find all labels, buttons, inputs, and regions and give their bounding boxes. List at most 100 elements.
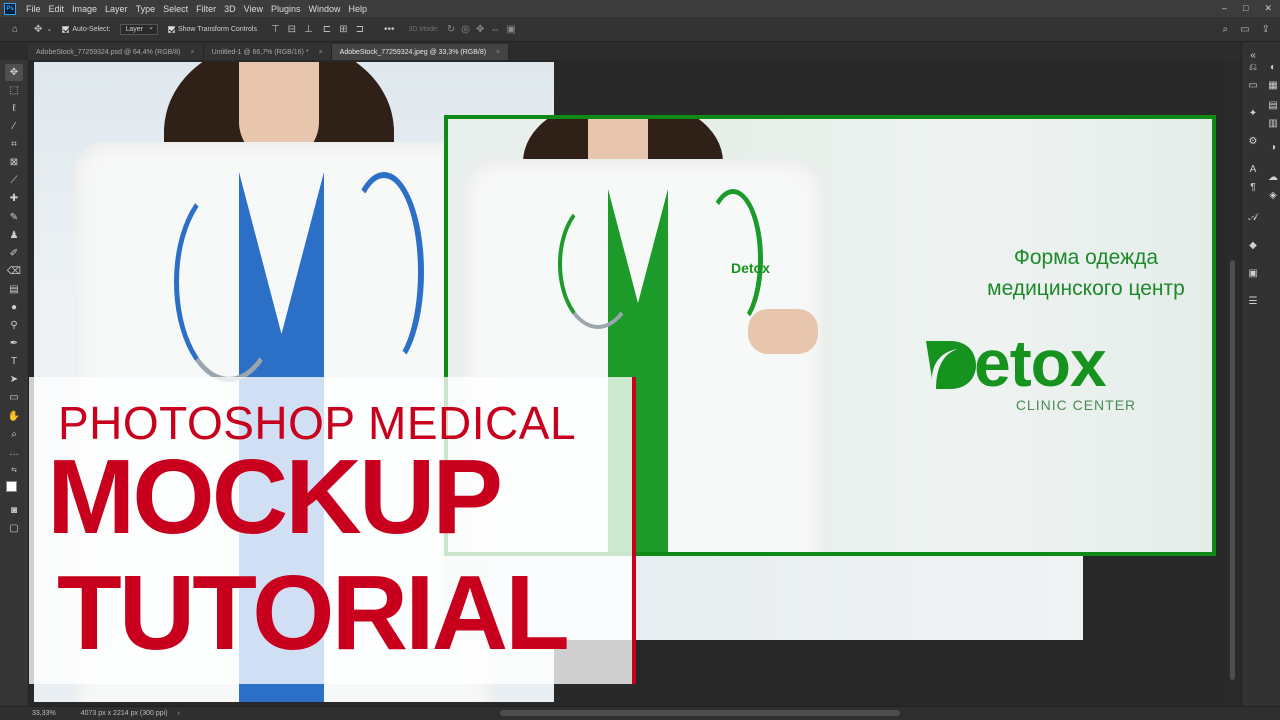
transform-controls-option[interactable]: Show Transform Controls bbox=[167, 25, 257, 33]
align-middle-icon[interactable]: ⊟ bbox=[288, 24, 296, 35]
menu-window[interactable]: Window bbox=[305, 4, 345, 14]
document-tabs: AdobeStock_77259324.psd @ 64,4% (RGB/8) … bbox=[0, 42, 1241, 60]
close-tab-icon[interactable]: × bbox=[319, 49, 323, 56]
screen-mode-icon[interactable]: ▢ bbox=[5, 520, 23, 537]
move-tool-preset-icon[interactable]: ✥ bbox=[34, 24, 42, 35]
orbit-3d-icon[interactable]: ↻ bbox=[447, 24, 455, 35]
auto-select-option[interactable]: Auto-Select: bbox=[62, 25, 110, 33]
swatches-panel-icon[interactable]: ▦ bbox=[1266, 78, 1280, 92]
menu-edit[interactable]: Edit bbox=[45, 4, 69, 14]
workspace-icon[interactable]: ▭ bbox=[1240, 24, 1249, 35]
menu-select[interactable]: Select bbox=[159, 4, 192, 14]
layers-panel-icon[interactable]: ◆ bbox=[1246, 238, 1260, 252]
maximize-button[interactable]: □ bbox=[1243, 3, 1248, 14]
hand-tool-icon[interactable]: ✋ bbox=[5, 408, 23, 425]
zoom-level[interactable]: 33,33% bbox=[32, 710, 56, 717]
crop-tool-icon[interactable]: ⌗ bbox=[5, 136, 23, 153]
layer-comps-panel-icon[interactable]: ▣ bbox=[1246, 266, 1260, 280]
close-tab-icon[interactable]: × bbox=[190, 49, 194, 56]
history-brush-tool-icon[interactable]: ✐ bbox=[5, 245, 23, 262]
foreground-color-swatch[interactable] bbox=[6, 481, 17, 493]
tab-untitled-document[interactable]: Untitled-1 @ 66,7% (RGB/16) * × bbox=[203, 44, 332, 60]
quick-mask-icon[interactable]: ◙ bbox=[5, 502, 23, 519]
menu-file[interactable]: File bbox=[22, 4, 45, 14]
adjustments-panel-icon[interactable]: ◑ bbox=[1266, 140, 1280, 154]
zoom-tool-icon[interactable]: ⌕ bbox=[5, 426, 23, 443]
menu-filter[interactable]: Filter bbox=[192, 4, 220, 14]
vertical-scrollbar[interactable] bbox=[1226, 60, 1241, 706]
menu-plugins[interactable]: Plugins bbox=[267, 4, 305, 14]
tab-jpeg-document[interactable]: AdobeStock_77259324.jpeg @ 33,3% (RGB/8)… bbox=[331, 44, 510, 60]
minimize-button[interactable]: – bbox=[1222, 3, 1227, 14]
comments-panel-icon[interactable]: ▭ bbox=[1246, 78, 1260, 92]
close-window-button[interactable]: ✕ bbox=[1264, 3, 1272, 14]
canvas-area[interactable]: Detox Форма одежда медицинского центр et… bbox=[29, 60, 1226, 706]
align-left-icon[interactable]: ⊏ bbox=[323, 24, 331, 35]
eraser-tool-icon[interactable]: ⌫ bbox=[5, 263, 23, 280]
color-panel-icon[interactable]: ◐ bbox=[1266, 60, 1280, 74]
patterns-panel-icon[interactable]: ▥ bbox=[1266, 116, 1280, 130]
menu-3d[interactable]: 3D bbox=[220, 4, 240, 14]
path-select-tool-icon[interactable]: ➤ bbox=[5, 372, 23, 389]
properties-panel-icon[interactable]: ⚙ bbox=[1246, 134, 1260, 148]
share-icon[interactable]: ⇪ bbox=[1262, 24, 1270, 35]
horizontal-scrollbar-thumb[interactable] bbox=[500, 710, 900, 716]
character-panel-icon[interactable]: A bbox=[1246, 162, 1260, 176]
transform-controls-checkbox[interactable] bbox=[167, 25, 175, 33]
move-tool-icon[interactable]: ✥ bbox=[5, 64, 23, 81]
status-menu-arrow-icon[interactable]: › bbox=[178, 710, 180, 717]
pan-3d-icon[interactable]: ✥ bbox=[476, 24, 484, 35]
roll-3d-icon[interactable]: ◎ bbox=[461, 24, 470, 35]
color-swatches[interactable] bbox=[5, 480, 23, 500]
paragraph-panel-icon[interactable]: ¶ bbox=[1246, 180, 1260, 194]
gradients-panel-icon[interactable]: ▤ bbox=[1266, 98, 1280, 112]
menu-layer[interactable]: Layer bbox=[101, 4, 132, 14]
rectangle-tool-icon[interactable]: ▭ bbox=[5, 390, 23, 407]
title-line-2: MOCKUP bbox=[47, 438, 503, 556]
healing-tool-icon[interactable]: ✚ bbox=[5, 191, 23, 208]
menu-help[interactable]: Help bbox=[345, 4, 372, 14]
menu-image[interactable]: Image bbox=[68, 4, 101, 14]
blur-tool-icon[interactable]: ● bbox=[5, 299, 23, 316]
document-dimensions: 4073 px x 2214 px (300 ppi) bbox=[80, 710, 168, 717]
menu-view[interactable]: View bbox=[240, 4, 267, 14]
frame-tool-icon[interactable]: ⊠ bbox=[5, 154, 23, 171]
pen-tool-icon[interactable]: ✒ bbox=[5, 335, 23, 352]
clone-stamp-tool-icon[interactable]: ♟ bbox=[5, 227, 23, 244]
brush-tool-icon[interactable]: ✎ bbox=[5, 209, 23, 226]
learn-panel-icon[interactable]: ✦ bbox=[1246, 106, 1260, 120]
align-bottom-icon[interactable]: ⊥ bbox=[304, 24, 313, 35]
auto-select-checkbox[interactable] bbox=[62, 25, 70, 33]
dodge-tool-icon[interactable]: ⚲ bbox=[5, 317, 23, 334]
tab-label: AdobeStock_77259324.psd @ 64,4% (RGB/8) bbox=[36, 48, 181, 56]
auto-select-dropdown[interactable]: Layer bbox=[120, 23, 158, 35]
tool-presets-panel-icon[interactable]: ☰ bbox=[1246, 294, 1260, 308]
quick-select-tool-icon[interactable]: ⁄ bbox=[5, 118, 23, 135]
scale-3d-icon[interactable]: ▣ bbox=[506, 24, 515, 35]
more-tools-icon[interactable]: … bbox=[5, 444, 23, 461]
gradient-tool-icon[interactable]: ▤ bbox=[5, 281, 23, 298]
tab-psd-document[interactable]: AdobeStock_77259324.psd @ 64,4% (RGB/8) … bbox=[28, 44, 204, 60]
menu-type[interactable]: Type bbox=[132, 4, 160, 14]
swap-colors-icon[interactable]: ⇆ bbox=[5, 462, 23, 479]
align-top-icon[interactable]: ⊤ bbox=[271, 24, 280, 35]
close-tab-icon[interactable]: × bbox=[496, 49, 500, 56]
lasso-tool-icon[interactable]: ℓ bbox=[5, 100, 23, 117]
glyphs-panel-icon[interactable]: 𝒜 bbox=[1246, 210, 1260, 224]
menu-bar: Ps File Edit Image Layer Type Select Fil… bbox=[0, 0, 1280, 17]
history-panel-icon[interactable]: ⎌ bbox=[1246, 60, 1260, 74]
transform-controls-label: Show Transform Controls bbox=[177, 25, 257, 33]
type-tool-icon[interactable]: T bbox=[5, 354, 23, 371]
chevron-down-icon[interactable]: ⌄ bbox=[46, 25, 52, 33]
marquee-tool-icon[interactable]: ⬚ bbox=[5, 82, 23, 99]
align-center-icon[interactable]: ⊞ bbox=[339, 24, 347, 35]
align-right-icon[interactable]: ⊐ bbox=[356, 24, 364, 35]
more-options-icon[interactable]: ••• bbox=[384, 24, 395, 35]
eyedropper-tool-icon[interactable]: ⟋ bbox=[5, 173, 23, 190]
search-icon[interactable]: ⌕ bbox=[1223, 24, 1229, 35]
home-icon[interactable]: ⌂ bbox=[12, 24, 18, 35]
channels-panel-icon[interactable]: ◈ bbox=[1266, 188, 1280, 202]
libraries-panel-icon[interactable]: ☁ bbox=[1266, 170, 1280, 184]
slide-3d-icon[interactable]: ⇔ bbox=[490, 24, 500, 35]
scrollbar-thumb[interactable] bbox=[1230, 260, 1235, 680]
